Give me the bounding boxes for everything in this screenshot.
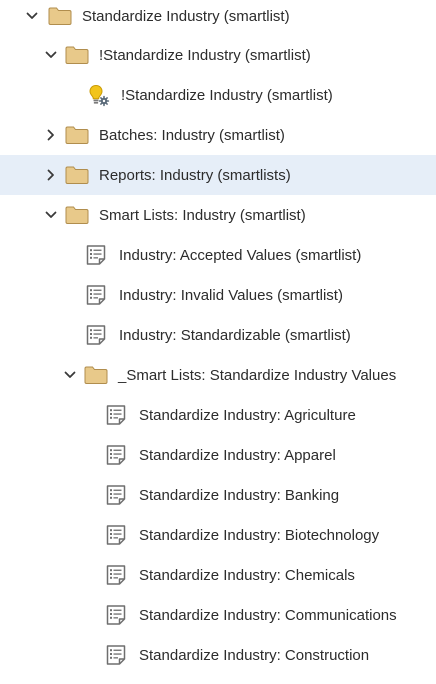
- tree-node-standardize-industry[interactable]: Standardize Industry (smartlist): [0, 0, 436, 36]
- folder-icon: [84, 365, 108, 385]
- chevron-right-icon[interactable]: [43, 127, 59, 143]
- smart-list-icon: [105, 524, 127, 546]
- tree-node-smart-campaign[interactable]: !Standardize Industry (smartlist): [0, 75, 436, 115]
- tree-node-label: !Standardize Industry (smartlist): [121, 86, 333, 104]
- folder-icon: [65, 125, 89, 145]
- tree-node-standardize-subfolder[interactable]: !Standardize Industry (smartlist): [0, 35, 436, 75]
- chevron-right-icon[interactable]: [43, 167, 59, 183]
- tree-node-smart-lists-values[interactable]: _Smart Lists: Standardize Industry Value…: [0, 355, 436, 395]
- tree-node-label: Industry: Standardizable (smartlist): [119, 326, 351, 344]
- chevron-down-icon[interactable]: [24, 8, 40, 24]
- folder-icon: [65, 205, 89, 225]
- tree-node-label: Standardize Industry: Apparel: [139, 446, 336, 464]
- tree-node-smart-list[interactable]: Standardize Industry: Construction: [0, 635, 436, 675]
- tree-node-smart-list[interactable]: Standardize Industry: Banking: [0, 475, 436, 515]
- smart-list-icon: [105, 644, 127, 666]
- smart-campaign-icon: [87, 83, 111, 107]
- folder-icon: [65, 165, 89, 185]
- tree-node-label: _Smart Lists: Standardize Industry Value…: [118, 366, 397, 384]
- tree-node-label: Standardize Industry: Biotechnology: [139, 526, 380, 544]
- smart-list-icon: [105, 604, 127, 626]
- tree-node-label: Standardize Industry: Construction: [139, 646, 370, 664]
- smart-list-icon: [105, 444, 127, 466]
- tree-node-label: Standardize Industry: Communications: [139, 606, 397, 624]
- tree-node-reports[interactable]: Reports: Industry (smartlists): [0, 155, 436, 195]
- tree-node-label: !Standardize Industry (smartlist): [99, 46, 311, 64]
- tree-node-smart-list[interactable]: Industry: Invalid Values (smartlist): [0, 275, 436, 315]
- program-tree: Standardize Industry (smartlist) !Standa…: [0, 0, 436, 684]
- smart-list-icon: [85, 324, 107, 346]
- smart-list-icon: [85, 244, 107, 266]
- tree-node-label: Industry: Invalid Values (smartlist): [119, 286, 343, 304]
- tree-node-smart-list[interactable]: Industry: Accepted Values (smartlist): [0, 235, 436, 275]
- tree-node-label: Standardize Industry: Chemicals: [139, 566, 355, 584]
- folder-icon: [48, 6, 72, 26]
- smart-list-icon: [105, 484, 127, 506]
- tree-node-smart-list[interactable]: Standardize Industry: Communications: [0, 595, 436, 635]
- tree-node-label: Standardize Industry (smartlist): [82, 7, 290, 25]
- tree-node-label: Batches: Industry (smartlist): [99, 126, 285, 144]
- tree-node-label: Standardize Industry: Agriculture: [139, 406, 356, 424]
- tree-node-label: Reports: Industry (smartlists): [99, 166, 291, 184]
- chevron-down-icon[interactable]: [43, 47, 59, 63]
- tree-node-label: Smart Lists: Industry (smartlist): [99, 206, 306, 224]
- tree-node-smart-lists[interactable]: Smart Lists: Industry (smartlist): [0, 195, 436, 235]
- chevron-down-icon[interactable]: [62, 367, 78, 383]
- tree-node-smart-list[interactable]: Standardize Industry: Chemicals: [0, 555, 436, 595]
- smart-list-icon: [85, 284, 107, 306]
- folder-icon: [65, 45, 89, 65]
- tree-node-label: Industry: Accepted Values (smartlist): [119, 246, 362, 264]
- tree-node-batches[interactable]: Batches: Industry (smartlist): [0, 115, 436, 155]
- smart-list-icon: [107, 680, 125, 684]
- smart-list-icon: [105, 564, 127, 586]
- tree-node-label: Standardize Industry: Banking: [139, 486, 340, 504]
- tree-node-smart-list[interactable]: Standardize Industry: Agriculture: [0, 395, 436, 435]
- smart-list-icon: [105, 404, 127, 426]
- tree-node-smart-list[interactable]: Standardize Industry: Apparel: [0, 435, 436, 475]
- tree-node-smart-list[interactable]: Standardize Industry: Biotechnology: [0, 515, 436, 555]
- tree-node-smart-list[interactable]: Industry: Standardizable (smartlist): [0, 315, 436, 355]
- chevron-down-icon[interactable]: [43, 207, 59, 223]
